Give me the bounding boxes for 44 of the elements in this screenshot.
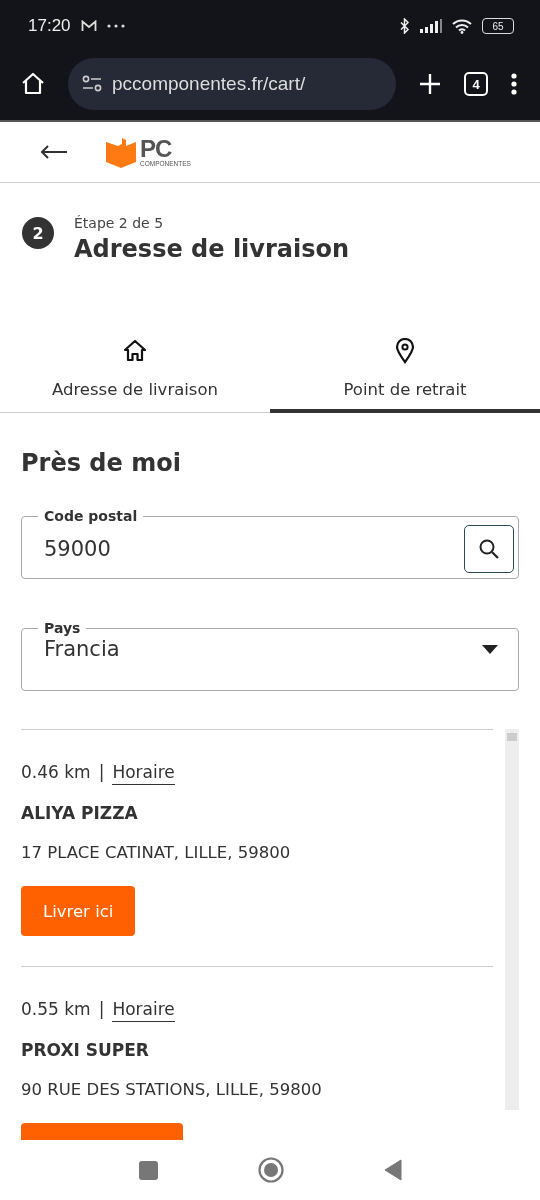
home-button[interactable] <box>20 71 46 97</box>
opening-hours-link[interactable]: Horaire <box>112 999 175 1022</box>
menu-icon[interactable] <box>510 72 518 96</box>
house-icon <box>122 338 148 364</box>
caret-icon <box>482 644 498 654</box>
new-tab-button[interactable] <box>418 72 442 96</box>
field-label: Pays <box>43 619 82 637</box>
distance-text: 0.55 km <box>21 999 91 1021</box>
distance-text: 0.46 km <box>21 762 91 784</box>
tab-count-button[interactable]: 4 <box>464 72 488 96</box>
site-settings-icon <box>82 75 102 93</box>
more-notifications-icon <box>106 24 125 28</box>
bluetooth-icon <box>400 18 410 34</box>
field-label: Code postal <box>43 507 139 525</box>
url-text: pccomponentes.fr/cart/ <box>112 73 306 95</box>
opening-hours-link[interactable]: Horaire <box>112 762 175 785</box>
pickup-point-name: ALIYA PIZZA <box>21 803 139 823</box>
address-bar[interactable]: pccomponentes.fr/cart/ <box>68 58 396 110</box>
search-icon <box>478 538 500 560</box>
separator-text: | <box>98 999 105 1021</box>
back-triangle-button[interactable] <box>383 1159 402 1181</box>
back-arrow-icon[interactable] <box>40 144 68 160</box>
separator-text: | <box>98 762 105 784</box>
step-caption: Étape 2 de 5 <box>74 215 165 231</box>
pickup-point-address: 90 RUE DES STATIONS, LILLE, 59800 <box>21 1080 323 1099</box>
location-pin-icon <box>395 338 415 364</box>
section-title: Près de moi <box>21 449 182 477</box>
mail-icon <box>80 20 97 32</box>
recent-apps-button[interactable] <box>138 1160 158 1180</box>
postal-code-field[interactable]: Code postal 59000 <box>21 507 519 579</box>
step-number-badge: 2 <box>22 217 54 249</box>
delivery-tab[interactable]: Point de retrait <box>270 328 540 413</box>
search-button[interactable] <box>464 525 514 573</box>
box-logo-icon <box>106 136 136 168</box>
status-time: 17:20 <box>28 16 71 36</box>
home-circle-button[interactable] <box>257 1157 284 1183</box>
battery-icon: 65 <box>482 18 514 34</box>
step-title: Adresse de livraison <box>74 235 350 263</box>
logo-wordmark: PC <box>140 136 172 161</box>
pickup-point-address: 17 PLACE CATINAT, LILLE, 59800 <box>21 843 292 862</box>
pickup-point-name: PROXI SUPER <box>21 1040 150 1060</box>
signal-icon <box>420 19 442 33</box>
delivery-tab[interactable]: Adresse de livraison <box>0 328 270 413</box>
wifi-icon <box>452 18 472 34</box>
